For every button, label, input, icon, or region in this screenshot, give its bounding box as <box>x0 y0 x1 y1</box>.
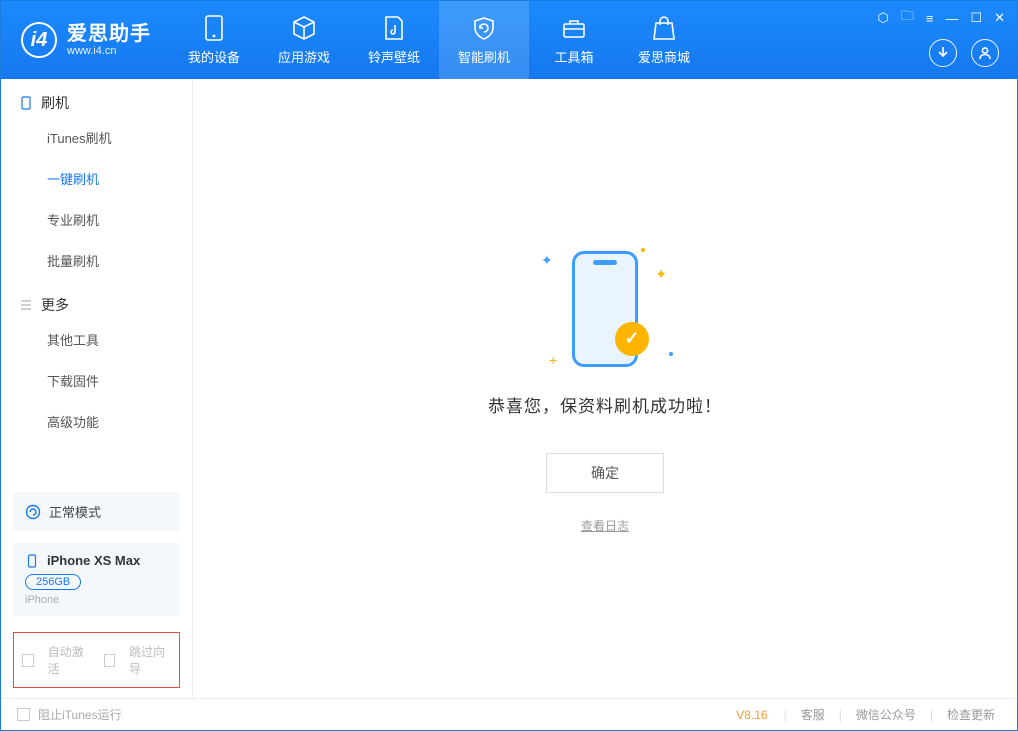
nav-store[interactable]: 爱思商城 <box>619 1 709 79</box>
main-content: ✦ ✦ + ✓ 恭喜您，保资料刷机成功啦！ 确定 查看日志 <box>193 79 1017 698</box>
nav-ringtones-wallpapers[interactable]: 铃声壁纸 <box>349 1 439 79</box>
download-button[interactable] <box>929 39 957 67</box>
titlebar-controls: ⬡ 🗀 ≡ ― ☐ ✕ <box>877 7 1005 29</box>
success-illustration: ✦ ✦ + ✓ <box>535 244 675 374</box>
options-highlighted: 自动激活 跳过向导 <box>13 632 180 688</box>
music-file-icon <box>381 15 407 41</box>
footer-link-wechat[interactable]: 微信公众号 <box>850 706 922 723</box>
nav-my-device[interactable]: 我的设备 <box>169 1 259 79</box>
nav-smart-flash[interactable]: 智能刷机 <box>439 1 529 79</box>
check-badge-icon: ✓ <box>615 322 649 356</box>
checkbox-block-itunes[interactable] <box>17 708 30 721</box>
sidebar: 刷机 iTunes刷机 一键刷机 专业刷机 批量刷机 更多 其他工具 下载固件 … <box>1 79 193 698</box>
sidebar-item-advanced[interactable]: 高级功能 <box>47 401 192 442</box>
sidebar-item-pro-flash[interactable]: 专业刷机 <box>47 199 192 240</box>
logo-icon: i4 <box>21 22 57 58</box>
mode-indicator[interactable]: 正常模式 <box>13 492 180 531</box>
app-domain: www.i4.cn <box>67 45 151 57</box>
sidebar-item-itunes-flash[interactable]: iTunes刷机 <box>47 117 192 158</box>
body: 刷机 iTunes刷机 一键刷机 专业刷机 批量刷机 更多 其他工具 下载固件 … <box>1 79 1017 698</box>
sparkle-icon: ✦ <box>541 252 553 269</box>
footer-link-update[interactable]: 检查更新 <box>941 706 1001 723</box>
checkbox-skip-guide[interactable] <box>104 654 116 667</box>
bag-icon <box>651 15 677 41</box>
label-skip-guide: 跳过向导 <box>129 643 171 677</box>
sidebar-section-more: 更多 <box>1 281 192 319</box>
sparkle-icon: + <box>549 352 557 368</box>
nav-apps-games[interactable]: 应用游戏 <box>259 1 349 79</box>
device-name: iPhone XS Max <box>47 553 140 568</box>
header-actions <box>929 39 999 67</box>
sidebar-section-flash: 刷机 <box>1 79 192 117</box>
view-log-link[interactable]: 查看日志 <box>581 517 629 534</box>
sparkle-icon: ✦ <box>655 266 667 283</box>
sidebar-item-download-firmware[interactable]: 下载固件 <box>47 360 192 401</box>
dot-icon <box>669 352 673 356</box>
sidebar-item-batch-flash[interactable]: 批量刷机 <box>47 240 192 281</box>
label-auto-activate: 自动激活 <box>48 643 90 677</box>
version-label: V8.16 <box>736 708 767 722</box>
header: i4 爱思助手 www.i4.cn 我的设备 应用游戏 铃声壁纸 智能刷机 <box>1 1 1017 79</box>
minimize-button[interactable]: ― <box>945 11 958 26</box>
device-type: iPhone <box>25 594 168 606</box>
nav-toolbox[interactable]: 工具箱 <box>529 1 619 79</box>
checkbox-auto-activate[interactable] <box>22 654 34 667</box>
shield-refresh-icon <box>471 15 497 41</box>
tshirt-icon[interactable]: ⬡ <box>877 10 888 26</box>
label-block-itunes: 阻止iTunes运行 <box>38 706 122 723</box>
menu-icon[interactable]: ≡ <box>926 11 934 26</box>
footer: 阻止iTunes运行 V8.16 | 客服 | 微信公众号 | 检查更新 <box>1 698 1017 730</box>
device-capacity: 256GB <box>25 574 81 590</box>
app-name: 爱思助手 <box>67 23 151 45</box>
lock-icon[interactable]: 🗀 <box>901 7 914 29</box>
ok-button[interactable]: 确定 <box>546 453 664 493</box>
app-window: i4 爱思助手 www.i4.cn 我的设备 应用游戏 铃声壁纸 智能刷机 <box>0 0 1018 731</box>
maximize-button[interactable]: ☐ <box>970 10 982 26</box>
device-info[interactable]: iPhone XS Max 256GB iPhone <box>13 543 180 616</box>
success-message: 恭喜您，保资料刷机成功啦！ <box>488 392 722 417</box>
sidebar-item-oneclick-flash[interactable]: 一键刷机 <box>47 158 192 199</box>
phone-small-icon <box>25 554 39 568</box>
toolbox-icon <box>561 15 587 41</box>
device-icon <box>19 96 33 110</box>
refresh-icon <box>25 504 41 520</box>
close-button[interactable]: ✕ <box>994 10 1005 26</box>
user-button[interactable] <box>971 39 999 67</box>
footer-link-service[interactable]: 客服 <box>795 706 831 723</box>
cube-icon <box>291 15 317 41</box>
dot-icon <box>641 248 645 252</box>
top-nav: 我的设备 应用游戏 铃声壁纸 智能刷机 工具箱 爱思商城 <box>169 1 709 79</box>
logo[interactable]: i4 爱思助手 www.i4.cn <box>1 1 169 79</box>
sidebar-item-other-tools[interactable]: 其他工具 <box>47 319 192 360</box>
list-icon <box>19 298 33 312</box>
phone-icon <box>201 15 227 41</box>
